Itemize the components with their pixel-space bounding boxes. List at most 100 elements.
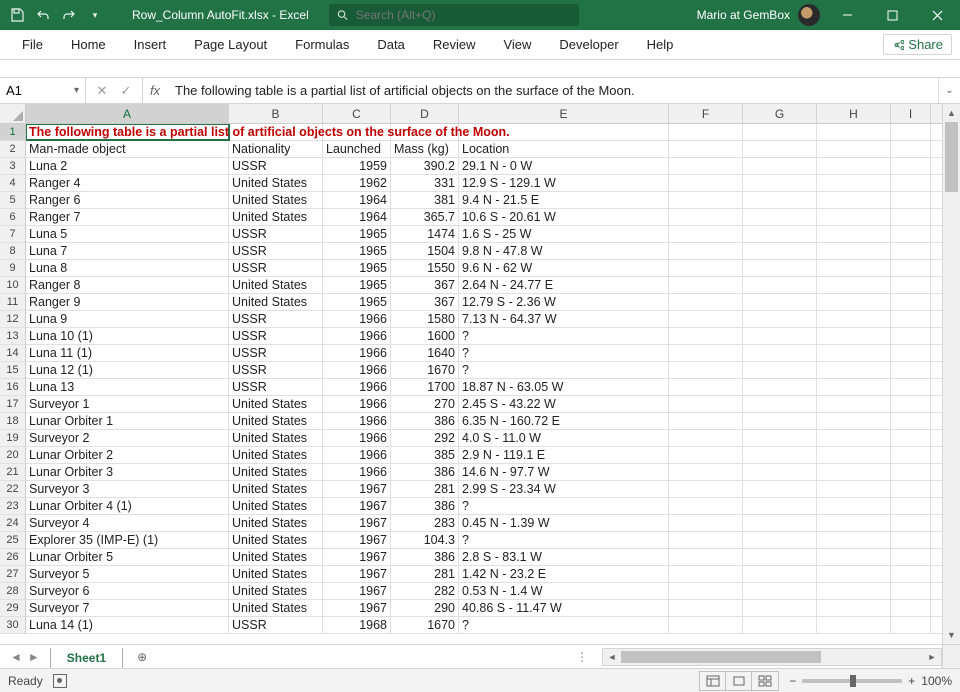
cell-nationality[interactable]: United States bbox=[229, 549, 323, 565]
tab-insert[interactable]: Insert bbox=[120, 30, 181, 59]
cell[interactable] bbox=[817, 396, 891, 412]
vertical-scrollbar[interactable]: ▲ ▼ bbox=[942, 104, 960, 644]
row-header-4[interactable]: 4 bbox=[0, 175, 26, 192]
cell-title[interactable]: The following table is a partial list of… bbox=[26, 124, 229, 140]
cell-location[interactable]: 1.6 S - 25 W bbox=[459, 226, 669, 242]
cell-nationality[interactable]: United States bbox=[229, 430, 323, 446]
column-header-B[interactable]: B bbox=[229, 104, 323, 123]
cell-location[interactable]: 9.8 N - 47.8 W bbox=[459, 243, 669, 259]
cell[interactable] bbox=[891, 158, 931, 174]
cell-launched[interactable]: 1967 bbox=[323, 481, 391, 497]
cell[interactable] bbox=[743, 617, 817, 633]
column-header-A[interactable]: A bbox=[26, 104, 229, 123]
row-header-11[interactable]: 11 bbox=[0, 294, 26, 311]
hscroll-thumb[interactable] bbox=[621, 651, 821, 663]
cell[interactable] bbox=[669, 413, 743, 429]
cell-launched[interactable]: 1965 bbox=[323, 277, 391, 293]
cell[interactable] bbox=[669, 141, 743, 157]
cell-mass[interactable]: 282 bbox=[391, 583, 459, 599]
cell[interactable] bbox=[743, 379, 817, 395]
cell-object[interactable]: Lunar Orbiter 3 bbox=[26, 464, 229, 480]
cell-mass[interactable]: 281 bbox=[391, 566, 459, 582]
cell-mass[interactable]: 1580 bbox=[391, 311, 459, 327]
cell[interactable] bbox=[817, 260, 891, 276]
cell-location[interactable]: 0.53 N - 1.4 W bbox=[459, 583, 669, 599]
cell-object[interactable]: Lunar Orbiter 4 (1) bbox=[26, 498, 229, 514]
cell[interactable] bbox=[669, 515, 743, 531]
row-header-24[interactable]: 24 bbox=[0, 515, 26, 532]
cell[interactable] bbox=[817, 532, 891, 548]
column-header-G[interactable]: G bbox=[743, 104, 817, 123]
cell-location[interactable]: ? bbox=[459, 532, 669, 548]
cell-location[interactable]: ? bbox=[459, 498, 669, 514]
cell-location[interactable]: ? bbox=[459, 362, 669, 378]
cell[interactable] bbox=[669, 430, 743, 446]
cell[interactable] bbox=[891, 481, 931, 497]
cell-object[interactable]: Surveyor 5 bbox=[26, 566, 229, 582]
cell-launched[interactable]: 1966 bbox=[323, 328, 391, 344]
header-launched[interactable]: Launched bbox=[323, 141, 391, 157]
cell[interactable] bbox=[891, 260, 931, 276]
cell-location[interactable]: 4.0 S - 11.0 W bbox=[459, 430, 669, 446]
row-header-13[interactable]: 13 bbox=[0, 328, 26, 345]
cell[interactable] bbox=[669, 209, 743, 225]
cell[interactable] bbox=[891, 379, 931, 395]
enter-formula-button[interactable]: ✓ bbox=[114, 83, 138, 99]
cell[interactable] bbox=[817, 124, 891, 140]
cell[interactable] bbox=[891, 464, 931, 480]
cell[interactable] bbox=[891, 515, 931, 531]
cell-mass[interactable]: 1700 bbox=[391, 379, 459, 395]
tab-home[interactable]: Home bbox=[57, 30, 120, 59]
name-box[interactable]: A1 ▾ bbox=[0, 78, 86, 103]
cell-object[interactable]: Surveyor 6 bbox=[26, 583, 229, 599]
cell-launched[interactable]: 1966 bbox=[323, 345, 391, 361]
cell-mass[interactable]: 1670 bbox=[391, 362, 459, 378]
cell-launched[interactable]: 1966 bbox=[323, 447, 391, 463]
cell-nationality[interactable]: United States bbox=[229, 209, 323, 225]
row-header-10[interactable]: 10 bbox=[0, 277, 26, 294]
cell-launched[interactable]: 1966 bbox=[323, 311, 391, 327]
cell-location[interactable]: 7.13 N - 64.37 W bbox=[459, 311, 669, 327]
row-header-9[interactable]: 9 bbox=[0, 260, 26, 277]
row-header-21[interactable]: 21 bbox=[0, 464, 26, 481]
search-input[interactable] bbox=[356, 8, 571, 22]
row-header-29[interactable]: 29 bbox=[0, 600, 26, 617]
cell-nationality[interactable]: United States bbox=[229, 192, 323, 208]
cell-location[interactable]: 40.86 S - 11.47 W bbox=[459, 600, 669, 616]
user-account[interactable]: Mario at GemBox bbox=[697, 4, 820, 26]
cell-object[interactable]: Lunar Orbiter 1 bbox=[26, 413, 229, 429]
row-header-22[interactable]: 22 bbox=[0, 481, 26, 498]
cell[interactable] bbox=[817, 294, 891, 310]
cell-location[interactable]: 9.6 N - 62 W bbox=[459, 260, 669, 276]
tab-data[interactable]: Data bbox=[363, 30, 418, 59]
cell[interactable] bbox=[817, 345, 891, 361]
cell[interactable] bbox=[743, 481, 817, 497]
cell[interactable] bbox=[743, 549, 817, 565]
cell-launched[interactable]: 1966 bbox=[323, 430, 391, 446]
cell-object[interactable]: Ranger 7 bbox=[26, 209, 229, 225]
cell[interactable] bbox=[743, 311, 817, 327]
cell-nationality[interactable]: USSR bbox=[229, 617, 323, 633]
cell[interactable] bbox=[817, 226, 891, 242]
cell-mass[interactable]: 367 bbox=[391, 277, 459, 293]
save-icon[interactable] bbox=[8, 6, 26, 24]
cell-launched[interactable]: 1967 bbox=[323, 566, 391, 582]
cell[interactable] bbox=[817, 447, 891, 463]
cell[interactable] bbox=[817, 549, 891, 565]
cell[interactable] bbox=[669, 243, 743, 259]
cell[interactable] bbox=[743, 345, 817, 361]
cell[interactable] bbox=[891, 430, 931, 446]
cell[interactable] bbox=[817, 311, 891, 327]
row-header-2[interactable]: 2 bbox=[0, 141, 26, 158]
cell[interactable] bbox=[743, 192, 817, 208]
cell[interactable] bbox=[669, 379, 743, 395]
select-all-button[interactable] bbox=[0, 104, 26, 124]
formula-input[interactable]: The following table is a partial list of… bbox=[167, 83, 938, 98]
cell[interactable] bbox=[891, 294, 931, 310]
cell-mass[interactable]: 386 bbox=[391, 413, 459, 429]
cell[interactable] bbox=[891, 617, 931, 633]
cell[interactable] bbox=[669, 260, 743, 276]
cell-mass[interactable]: 1504 bbox=[391, 243, 459, 259]
cell-location[interactable]: ? bbox=[459, 345, 669, 361]
tab-help[interactable]: Help bbox=[633, 30, 688, 59]
